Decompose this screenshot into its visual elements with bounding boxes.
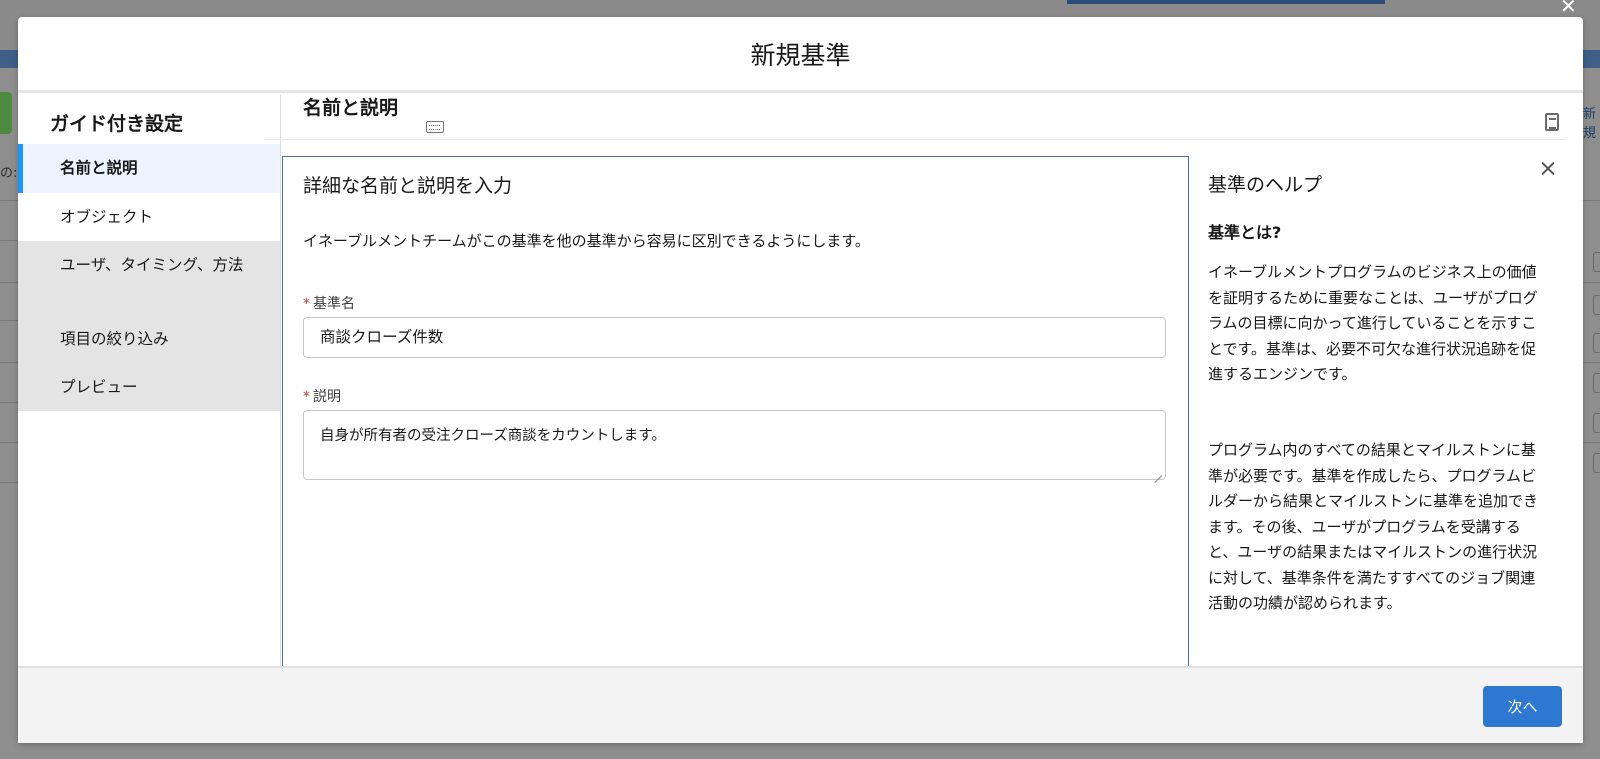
background-row-divider xyxy=(1583,362,1600,363)
background-row-control xyxy=(1593,252,1600,272)
description-label: * 説明 xyxy=(303,386,341,406)
resize-handle-icon[interactable] xyxy=(1154,468,1162,476)
background-row-control xyxy=(1593,333,1600,353)
modal-title: 新規基準 xyxy=(750,40,851,70)
step-field-filters: 項目の絞り込み xyxy=(18,315,280,363)
background-row-divider xyxy=(1583,200,1600,201)
step-object[interactable]: オブジェクト xyxy=(18,193,280,241)
step-label: 名前と説明 xyxy=(60,159,138,177)
background-row-divider xyxy=(0,442,18,443)
description-textarea[interactable]: 自身が所有者の受注クローズ商談をカウントします。 xyxy=(303,410,1166,480)
background-row-divider xyxy=(0,200,18,201)
background-row-control xyxy=(1593,373,1600,393)
next-button[interactable]: 次へ xyxy=(1483,686,1562,727)
background-left-text: の: xyxy=(0,166,18,181)
background-row-divider xyxy=(0,282,18,283)
background-row-divider xyxy=(0,240,18,241)
description-value: 自身が所有者の受注クローズ商談をカウントします。 xyxy=(320,428,666,444)
sidebar-heading: ガイド付き設定 xyxy=(50,113,184,135)
background-row-divider xyxy=(1583,282,1600,283)
background-new-button-label: 新規 xyxy=(1583,107,1597,141)
help-paragraph-1: イネーブルメントプログラムのビジネス上の価値を証明するために重要なことは、ユーザ… xyxy=(1208,263,1538,383)
background-row-divider xyxy=(1583,442,1600,443)
background-row-control xyxy=(1593,413,1600,433)
form-heading: 詳細な名前と説明を入力 xyxy=(303,175,513,197)
keyboard-icon[interactable] xyxy=(426,121,444,133)
step-label: ユーザ、タイミング、方法 xyxy=(60,256,244,274)
background-row-divider xyxy=(0,482,18,483)
modal-footer: 次へ xyxy=(18,666,1583,743)
background-row-control xyxy=(1593,453,1600,473)
help-panel: 基準のヘルプ 基準とは? イネーブルメントプログラムのビジネス上の価値を証明する… xyxy=(1189,156,1583,683)
setup-steps-nav: 名前と説明 オブジェクト ユーザ、タイミング、方法 項目の絞り込み プレビュー xyxy=(18,144,280,411)
background-row-divider xyxy=(0,402,18,403)
background-app-button xyxy=(0,92,12,134)
background-row-divider xyxy=(0,362,18,363)
document-icon[interactable] xyxy=(1545,113,1559,131)
help-paragraph-2: プログラム内のすべての結果とマイルストンに基準が必要です。基準を作成したら、プロ… xyxy=(1208,441,1539,612)
section-title: 名前と説明 xyxy=(303,97,399,119)
step-preview: プレビュー xyxy=(18,363,280,411)
modal-header: 新規基準 xyxy=(18,17,1583,93)
criterion-name-input[interactable]: 商談クローズ件数 xyxy=(303,317,1166,358)
description-label-text: 説明 xyxy=(313,389,341,405)
required-marker: * xyxy=(303,296,310,312)
modal-close-icon[interactable]: ✕ xyxy=(1560,0,1577,18)
criterion-name-label-text: 基準名 xyxy=(313,296,355,312)
background-active-tab-indicator xyxy=(1067,0,1385,4)
required-marker: * xyxy=(303,389,310,405)
help-close-icon[interactable] xyxy=(1540,160,1556,176)
step-name-and-description[interactable]: 名前と説明 xyxy=(18,144,280,193)
step-label: 項目の絞り込み xyxy=(60,330,169,348)
name-description-form: 詳細な名前と説明を入力 イネーブルメントチームがこの基準を他の基準から容易に区別… xyxy=(282,156,1189,683)
criterion-name-label: * 基準名 xyxy=(303,293,355,313)
guided-setup-sidebar: ガイド付き設定 名前と説明 オブジェクト ユーザ、タイミング、方法 項目の絞り込… xyxy=(18,95,281,683)
help-title: 基準のヘルプ xyxy=(1208,174,1323,196)
background-row-control xyxy=(1593,295,1600,315)
help-subtitle: 基準とは? xyxy=(1208,223,1282,242)
section-divider xyxy=(264,139,1565,140)
step-label: プレビュー xyxy=(60,378,138,396)
background-row-divider xyxy=(0,320,18,321)
form-description: イネーブルメントチームがこの基準を他の基準から容易に区別できるようにします。 xyxy=(303,232,870,250)
step-label: オブジェクト xyxy=(60,208,154,226)
step-users-timing-method: ユーザ、タイミング、方法 xyxy=(18,241,280,315)
